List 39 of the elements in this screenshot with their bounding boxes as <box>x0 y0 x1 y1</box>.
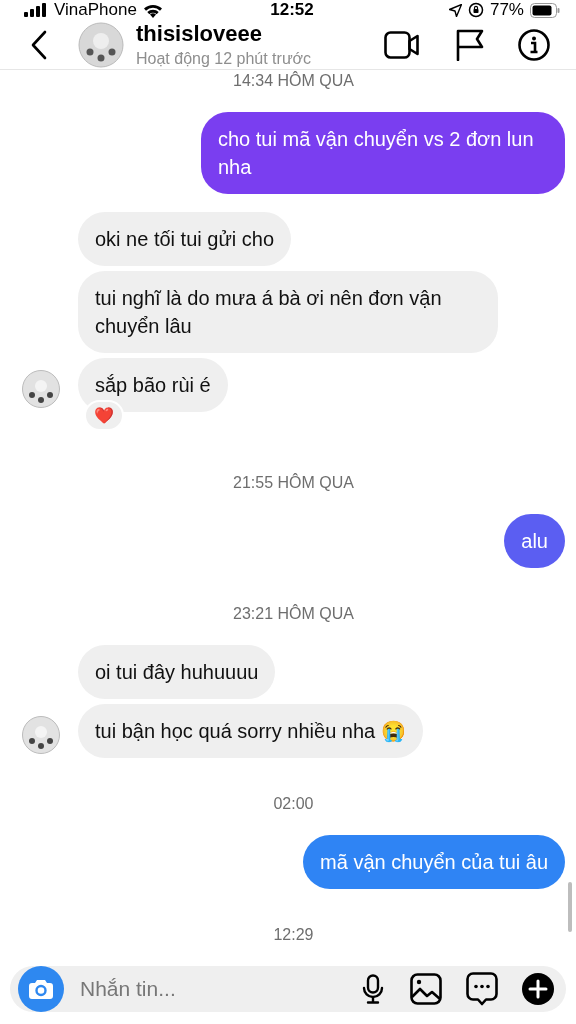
timestamp: 23:21 HÔM QUA <box>233 605 354 623</box>
camera-button[interactable] <box>18 966 64 1012</box>
flag-icon[interactable] <box>456 28 484 61</box>
message-input[interactable]: Nhắn tin... <box>78 976 362 1002</box>
received-message[interactable]: tui bận học quá sorry nhiều nha 😭 <box>78 704 423 758</box>
scrollbar[interactable] <box>568 882 572 932</box>
timestamp: 12:29 <box>273 926 314 944</box>
location-icon <box>448 3 462 17</box>
reaction[interactable]: ❤ <box>84 400 124 431</box>
sent-message[interactable]: mã vận chuyển của tui âu <box>303 835 565 889</box>
battery-percent: 77% <box>489 0 524 20</box>
contact-name[interactable]: thisisloveee <box>136 21 384 47</box>
received-message[interactable]: oki ne tối tui gửi cho <box>78 212 292 266</box>
sent-message[interactable]: cho tui mã vận chuyển vs 2 đơn lun nha <box>201 112 565 194</box>
sent-message[interactable]: alu <box>504 514 565 568</box>
timestamp: 21:55 HÔM QUA <box>233 474 354 492</box>
rotation-lock-icon <box>467 2 484 18</box>
status-time: 12:52 <box>270 0 314 20</box>
camera-icon <box>29 979 53 999</box>
sticker-chat-icon[interactable] <box>466 972 498 1006</box>
received-message[interactable]: tui nghĩ là do mưa á bà ơi nên đơn vận chuyển lâu <box>78 271 498 353</box>
activity-status: Hoạt động 12 phút trước <box>136 50 313 68</box>
received-message[interactable]: oi tui đây huhuuuu <box>78 645 276 699</box>
wifi-icon <box>142 2 163 18</box>
back-icon[interactable] <box>30 29 48 60</box>
timestamp: 14:34 HÔM QUA <box>233 72 354 90</box>
avatar[interactable] <box>78 21 124 68</box>
microphone-icon[interactable] <box>362 974 384 1004</box>
video-call-icon[interactable] <box>384 30 420 59</box>
battery-icon <box>530 2 560 18</box>
signal-icon <box>24 3 48 17</box>
carrier-name: VinaPhone <box>54 0 137 20</box>
message-composer[interactable]: Nhắn tin... <box>10 966 566 1012</box>
add-icon[interactable] <box>522 973 554 1005</box>
image-icon[interactable] <box>410 973 442 1005</box>
info-icon[interactable] <box>518 28 550 61</box>
timestamp: 02:00 <box>273 795 314 813</box>
avatar[interactable] <box>22 370 60 408</box>
avatar[interactable] <box>22 716 60 754</box>
